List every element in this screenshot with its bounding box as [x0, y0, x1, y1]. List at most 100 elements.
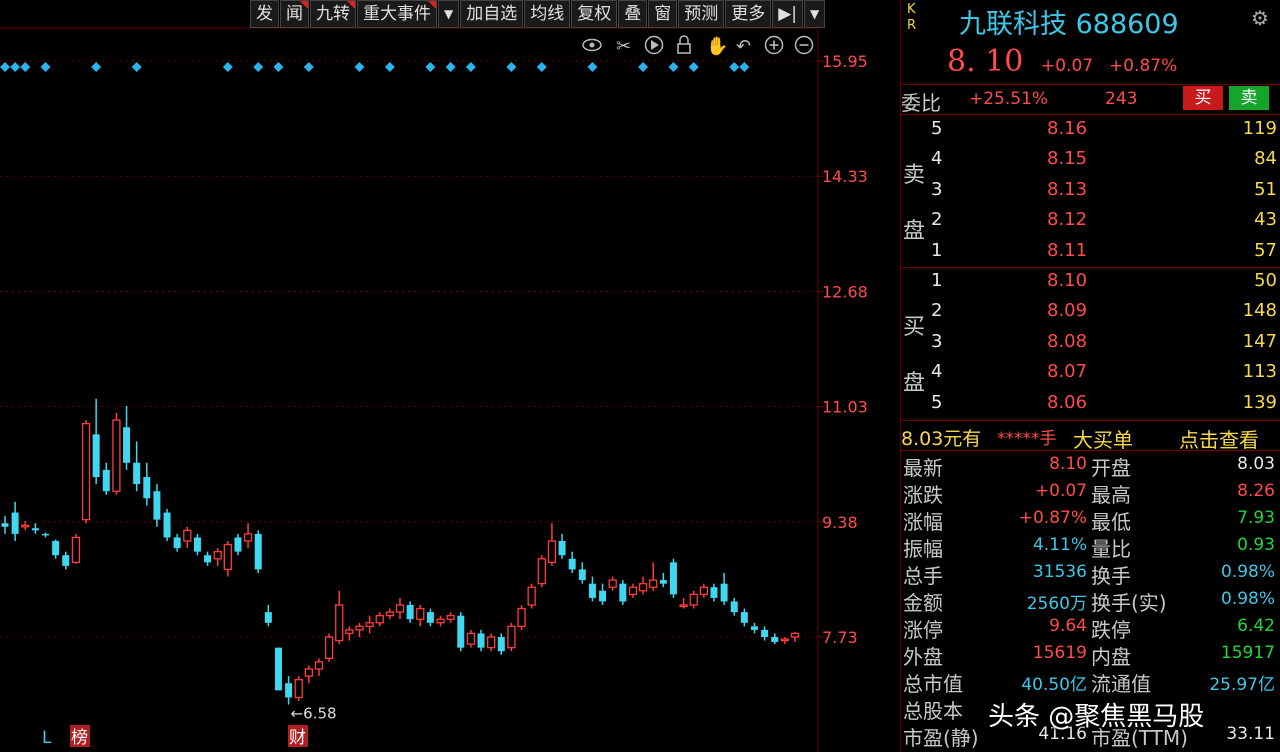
stat-value: 8.26: [1237, 481, 1275, 501]
event-marker[interactable]: [668, 62, 679, 72]
scissors-icon[interactable]: ✂: [616, 36, 631, 57]
candle-body-down: [457, 615, 465, 648]
gear-icon[interactable]: ⚙: [1251, 6, 1269, 30]
tb-window-button[interactable]: 窗: [648, 0, 678, 28]
tb-end-dropdown[interactable]: ▼: [804, 0, 826, 28]
candle-body-up: [537, 558, 546, 585]
event-marker[interactable]: [688, 62, 699, 72]
event-marker[interactable]: [354, 62, 365, 72]
candle-body-up: [638, 583, 648, 592]
event-marker[interactable]: [10, 62, 21, 72]
event-marker[interactable]: [273, 62, 284, 72]
event-marker[interactable]: [303, 62, 314, 72]
stock-name-code: 九联科技 688609: [959, 9, 1179, 40]
event-marker[interactable]: [465, 62, 476, 72]
stat-label: 总股本: [903, 699, 963, 723]
stat-label: 最低: [1091, 510, 1131, 534]
candle-body-down: [659, 580, 667, 584]
bid-volume: 148: [1242, 300, 1277, 322]
stat-value: 0.93: [1237, 535, 1275, 555]
ask-row[interactable]: 5 8.16 119: [901, 116, 1280, 146]
ask-row[interactable]: 2 8.12 43: [901, 207, 1280, 237]
candle-body-down: [568, 558, 576, 570]
stat-label: 开盘: [1091, 456, 1131, 480]
kline-chart-svg: 15.95 14.33 12.68 11.03 9.38 7.73 ←6.58 L 榜 财 ✂ ✋ ↶: [0, 0, 868, 752]
ask-price: 8.12: [1047, 209, 1088, 231]
ask-row[interactable]: 4 8.15 84: [901, 146, 1280, 176]
event-marker[interactable]: [384, 62, 395, 72]
undo-icon[interactable]: ↶: [736, 36, 751, 57]
event-marker[interactable]: [40, 62, 51, 72]
tb-adjust-button[interactable]: 复权: [571, 0, 618, 28]
event-marker[interactable]: [91, 62, 102, 72]
candle-body-up: [689, 593, 698, 606]
tb-add-watchlist-button[interactable]: 加自选: [460, 0, 524, 28]
candle-body-down: [771, 637, 779, 642]
tb-more-button[interactable]: 更多: [725, 0, 772, 28]
tb-overlay-button[interactable]: 叠: [618, 0, 648, 28]
tb-forecast-button[interactable]: 预测: [678, 0, 725, 28]
event-marker[interactable]: [0, 62, 10, 72]
bottom-marker[interactable]: 榜: [71, 728, 88, 748]
bid-row[interactable]: 2 8.09 148: [901, 298, 1280, 328]
event-marker[interactable]: [587, 62, 598, 72]
candle-body-down: [143, 477, 151, 499]
stat-label: 外盘: [903, 645, 943, 669]
candle-body-down: [163, 512, 171, 538]
event-marker[interactable]: [739, 62, 750, 72]
kline-chart[interactable]: 15.95 14.33 12.68 11.03 9.38 7.73 ←6.58 L 榜财 ✂ ✋ ↶ …: [0, 0, 900, 752]
event-marker[interactable]: [638, 62, 649, 72]
stat-value: 31536: [1032, 562, 1087, 582]
bid-row[interactable]: 4 8.07 113: [901, 359, 1280, 389]
candle-body-down: [426, 612, 434, 623]
bottom-marker[interactable]: L: [42, 728, 52, 748]
big-order-price: 8.03元有: [901, 428, 982, 450]
bid-volume: 113: [1242, 361, 1277, 383]
event-marker[interactable]: [506, 62, 517, 72]
y-tick-label: 15.95: [822, 52, 868, 71]
bid-row[interactable]: 1 8.10 50: [901, 268, 1280, 298]
event-marker[interactable]: [253, 62, 264, 72]
bid-price: 8.07: [1047, 361, 1088, 383]
tb-events-dropdown[interactable]: ▼: [438, 0, 460, 28]
price-change: +0.07: [1041, 56, 1094, 76]
ask-volume: 51: [1254, 178, 1277, 200]
candle-body-down: [285, 683, 293, 698]
event-marker[interactable]: [20, 62, 31, 72]
bid-row[interactable]: 3 8.08 147: [901, 329, 1280, 359]
hand-icon[interactable]: ✋: [706, 35, 728, 57]
event-marker[interactable]: [222, 62, 233, 72]
buy-button[interactable]: 买: [1183, 86, 1223, 110]
tb-jiuzhuan-button[interactable]: 九转: [310, 0, 356, 28]
bid-level: 5: [931, 391, 943, 413]
stat-value: 33.11: [1226, 724, 1275, 744]
tb-ma-button[interactable]: 均线: [524, 0, 571, 28]
event-marker[interactable]: [445, 62, 456, 72]
stat-value: 25.97亿: [1209, 675, 1275, 695]
stat-value: 2560万: [1026, 594, 1087, 614]
event-marker[interactable]: [131, 62, 142, 72]
candle-body-up: [487, 636, 496, 649]
y-tick-label: 14.33: [822, 167, 868, 186]
candle-body-down: [588, 583, 596, 598]
tb-major-events-button[interactable]: 重大事件: [357, 0, 437, 28]
candle-body-up: [345, 629, 354, 635]
stat-label: 涨停: [903, 618, 943, 642]
ask-row[interactable]: 3 8.13 51: [901, 177, 1280, 207]
sell-button[interactable]: 卖: [1229, 86, 1269, 110]
event-marker[interactable]: [536, 62, 547, 72]
tb-end-button[interactable]: ▶|: [772, 0, 804, 28]
event-marker[interactable]: [425, 62, 436, 72]
big-order-link[interactable]: 点击查看: [1179, 424, 1259, 453]
ask-row[interactable]: 1 8.11 57: [901, 238, 1280, 268]
last-price: 8. 10: [947, 44, 1024, 79]
tb-news-button[interactable]: 闻: [280, 0, 309, 28]
tb-fa-button[interactable]: 发: [250, 0, 279, 28]
bottom-marker[interactable]: 财: [289, 728, 306, 748]
lock-icon[interactable]: [677, 43, 691, 54]
bid-row[interactable]: 5 8.06 139: [901, 390, 1280, 420]
bid-volume: 139: [1242, 391, 1277, 413]
event-marker[interactable]: [729, 62, 740, 72]
stats-row: 总市值 40.50亿 流通值 25.97亿: [901, 667, 1280, 696]
candle-body-down: [619, 583, 627, 602]
